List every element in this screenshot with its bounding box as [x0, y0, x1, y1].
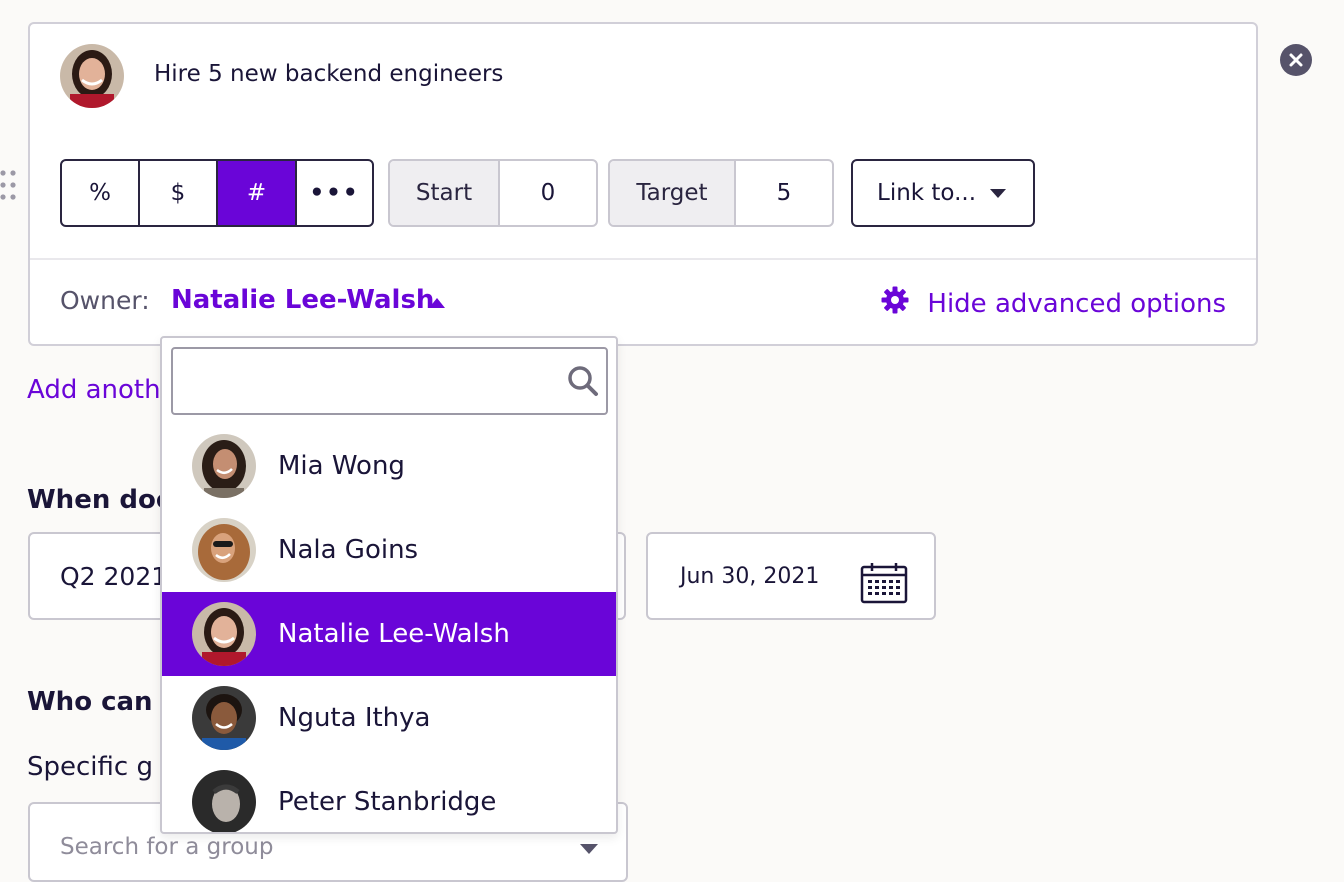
- end-date-input[interactable]: Jun 30, 2021: [646, 532, 936, 620]
- target-input[interactable]: 5: [736, 161, 832, 225]
- owner-dropdown: Mia Wong Nala Goins Natalie Lee-Walsh Ng…: [160, 336, 618, 834]
- start-label: Start: [390, 161, 500, 225]
- owner-option-selected[interactable]: Natalie Lee-Walsh: [162, 592, 616, 676]
- number-button[interactable]: #: [218, 161, 297, 225]
- owner-option-name: Natalie Lee-Walsh: [278, 619, 510, 649]
- target-label: Target: [610, 161, 736, 225]
- end-date-value: Jun 30, 2021: [680, 564, 820, 589]
- owner-option-name: Nguta Ithya: [278, 703, 431, 733]
- target-field: Target 5: [608, 159, 834, 227]
- metric-type-selector: % $ # •••: [60, 159, 374, 227]
- avatar: [192, 434, 256, 498]
- owner-option-name: Peter Stanbridge: [278, 787, 497, 817]
- avatar: [192, 602, 256, 666]
- gear-icon: [881, 286, 909, 321]
- chevron-down-icon[interactable]: [580, 844, 598, 854]
- period-value: Q2 2021: [60, 562, 168, 591]
- hide-advanced-options-link[interactable]: Hide advanced options: [881, 286, 1226, 321]
- percent-button[interactable]: %: [62, 161, 140, 225]
- close-icon[interactable]: [1280, 44, 1312, 76]
- add-another-link[interactable]: Add anoth: [27, 375, 161, 405]
- owner-option[interactable]: Nguta Ithya: [162, 676, 616, 760]
- owner-option[interactable]: Nala Goins: [162, 508, 616, 592]
- owner-label: Owner:: [60, 286, 150, 315]
- start-input[interactable]: 0: [500, 161, 596, 225]
- owner-option[interactable]: Mia Wong: [162, 424, 616, 508]
- link-to-button[interactable]: Link to...: [851, 159, 1035, 227]
- group-search-placeholder: Search for a group: [60, 834, 274, 860]
- owner-option[interactable]: Peter Stanbridge: [162, 760, 616, 832]
- avatar: [192, 518, 256, 582]
- specific-groups-label: Specific g: [27, 752, 153, 782]
- chevron-down-icon: [990, 188, 1007, 198]
- when-heading: When doe: [27, 485, 174, 515]
- avatar: [192, 770, 256, 832]
- goal-card: Hire 5 new backend engineers % $ # ••• S…: [28, 22, 1258, 346]
- start-field: Start 0: [388, 159, 598, 227]
- chevron-up-icon[interactable]: [429, 298, 445, 308]
- drag-handle-icon[interactable]: [0, 170, 18, 208]
- owner-select[interactable]: Natalie Lee-Walsh: [171, 285, 434, 315]
- hide-advanced-label: Hide advanced options: [927, 288, 1226, 319]
- owner-option-name: Mia Wong: [278, 451, 405, 481]
- owner-option-name: Nala Goins: [278, 535, 419, 565]
- calendar-icon[interactable]: [860, 562, 908, 608]
- link-to-label: Link to...: [877, 180, 977, 206]
- search-icon: [567, 365, 599, 401]
- goal-title[interactable]: Hire 5 new backend engineers: [154, 61, 503, 87]
- owner-search-input[interactable]: [171, 347, 608, 415]
- who-heading: Who can u: [27, 687, 181, 717]
- card-divider: [30, 258, 1256, 260]
- currency-button[interactable]: $: [140, 161, 218, 225]
- avatar: [192, 686, 256, 750]
- owner-avatar: [60, 44, 124, 108]
- more-button[interactable]: •••: [297, 161, 372, 225]
